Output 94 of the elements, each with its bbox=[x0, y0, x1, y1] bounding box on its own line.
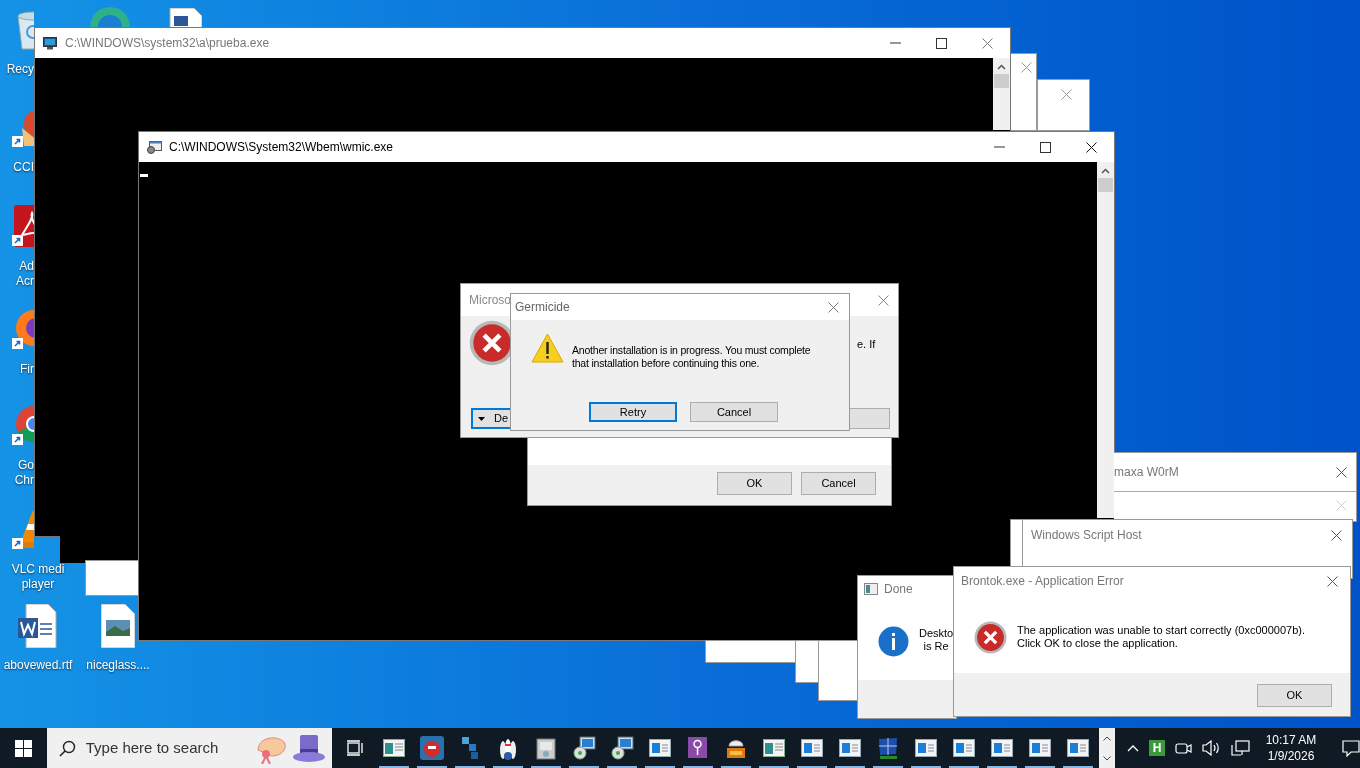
icon-label: Acr bbox=[16, 274, 34, 289]
icon-label: Ad bbox=[19, 259, 34, 274]
dialog-button[interactable]: OK bbox=[1257, 684, 1332, 707]
clock-time: 10:17 AM bbox=[1265, 732, 1317, 748]
icon-label: VLC medi bbox=[11, 562, 65, 577]
close-icon[interactable] bbox=[1085, 141, 1097, 153]
dialog-button[interactable]: Cancel bbox=[801, 472, 876, 495]
clock[interactable]: 10:17 AM 1/9/2026 bbox=[1260, 732, 1322, 764]
message-text: e. If bbox=[857, 337, 876, 352]
message-text: that installation before continuing this one. bbox=[572, 357, 761, 370]
window-icon bbox=[953, 739, 976, 757]
dialog-title: Microso bbox=[469, 292, 511, 309]
search-field[interactable]: Type here to search bbox=[46, 728, 333, 768]
gear-window-icon bbox=[146, 140, 162, 154]
icon-label: player bbox=[21, 577, 55, 592]
word-document-icon[interactable] bbox=[18, 604, 58, 648]
camera-icon[interactable] bbox=[1175, 740, 1192, 756]
shortcut-arrow-icon bbox=[12, 136, 23, 147]
minimize-icon[interactable] bbox=[993, 146, 1005, 148]
bird-icon bbox=[420, 736, 445, 760]
scrollbar-thumb[interactable] bbox=[1098, 178, 1113, 192]
message-text: The application was unable to start correctly (0xc000007b). bbox=[1017, 624, 1305, 637]
keyhole-icon bbox=[687, 736, 710, 760]
installer-icon bbox=[535, 736, 558, 760]
close-icon[interactable] bbox=[1336, 466, 1347, 478]
minimize-icon[interactable] bbox=[889, 42, 901, 44]
close-icon[interactable] bbox=[1331, 529, 1342, 541]
task-view-icon[interactable] bbox=[346, 740, 365, 756]
message-text: Click OK to close the application. bbox=[1017, 637, 1179, 650]
document-icon[interactable] bbox=[168, 8, 202, 28]
warning-icon bbox=[531, 333, 564, 363]
window-icon bbox=[1067, 739, 1090, 757]
dialog-button[interactable]: OK bbox=[717, 472, 792, 495]
icon-label: niceglass.... bbox=[86, 658, 150, 673]
top-hat-icon bbox=[292, 733, 327, 763]
icon-label: Fir bbox=[20, 362, 34, 377]
dialog-button[interactable]: Retry bbox=[589, 402, 677, 422]
text-cursor bbox=[140, 174, 148, 177]
notification-icon[interactable] bbox=[1342, 739, 1360, 757]
icon-label: CCI bbox=[13, 160, 34, 175]
window-icon bbox=[383, 739, 406, 757]
window-icon bbox=[649, 739, 672, 757]
window-icon bbox=[763, 739, 786, 757]
window-icon bbox=[1029, 739, 1052, 757]
scroll-up-icon[interactable] bbox=[1101, 168, 1110, 174]
chevron-up-icon[interactable] bbox=[1127, 744, 1139, 752]
message-text: Deskto bbox=[919, 627, 954, 640]
network-icon[interactable] bbox=[1231, 739, 1250, 757]
clock-date: 1/9/2026 bbox=[1267, 748, 1315, 764]
caret-icon bbox=[478, 416, 485, 421]
computer-disc-icon bbox=[572, 736, 597, 760]
search-placeholder: Type here to search bbox=[85, 737, 219, 758]
dialog-title: Brontok.exe - Application Error bbox=[961, 573, 1124, 590]
windows-logo-icon bbox=[14, 739, 32, 757]
shortcut-arrow-icon bbox=[12, 338, 23, 349]
maximize-icon[interactable] bbox=[935, 37, 947, 49]
window-icon bbox=[991, 739, 1014, 757]
icon-label: abovewed.rtf bbox=[3, 658, 73, 673]
chevron-up-icon bbox=[1103, 735, 1112, 741]
dialog-title: maxa W0rM bbox=[1114, 464, 1179, 481]
window-icon bbox=[915, 739, 938, 757]
info-icon bbox=[878, 626, 909, 657]
image-file-icon[interactable] bbox=[101, 604, 135, 648]
error-icon bbox=[974, 621, 1007, 654]
window-icon bbox=[864, 583, 878, 595]
scrollbar-thumb[interactable] bbox=[994, 74, 1009, 88]
dialog-button[interactable]: Cancel bbox=[690, 402, 778, 422]
message-text: Another installation is in progress. You must complete bbox=[572, 344, 811, 357]
dialog-title: Done bbox=[884, 581, 913, 598]
console-icon bbox=[43, 36, 57, 50]
icon-label: Chr bbox=[14, 473, 34, 488]
icon-label: Recy bbox=[6, 62, 34, 77]
window-title: C:\WINDOWS\System32\Wbem\wmic.exe bbox=[169, 139, 394, 156]
shortcut-arrow-icon bbox=[12, 434, 23, 445]
icon-label: Go bbox=[18, 458, 34, 473]
message-text: is Re bbox=[923, 640, 949, 653]
scrollbar[interactable] bbox=[993, 58, 1010, 130]
scrollbar[interactable] bbox=[1097, 162, 1114, 518]
window-title: C:\WINDOWS\system32\a\prueba.exe bbox=[65, 35, 270, 52]
chevron-down-icon bbox=[1103, 755, 1112, 761]
scroll-up-icon[interactable] bbox=[997, 64, 1006, 70]
dialog-title: Germicide bbox=[515, 299, 570, 316]
close-icon[interactable] bbox=[1327, 575, 1338, 587]
shortcut-arrow-icon bbox=[12, 538, 23, 549]
search-icon bbox=[58, 739, 76, 757]
blocks-icon bbox=[460, 736, 481, 760]
computer-disc-icon bbox=[610, 736, 635, 760]
window-icon bbox=[801, 739, 824, 757]
volume-icon[interactable] bbox=[1202, 740, 1221, 756]
tray-app-icon[interactable]: H bbox=[1149, 740, 1165, 756]
maximize-icon[interactable] bbox=[1039, 141, 1051, 153]
shortcut-arrow-icon bbox=[12, 235, 23, 246]
window-icon bbox=[839, 739, 862, 757]
dialog-title: Windows Script Host bbox=[1031, 527, 1142, 544]
